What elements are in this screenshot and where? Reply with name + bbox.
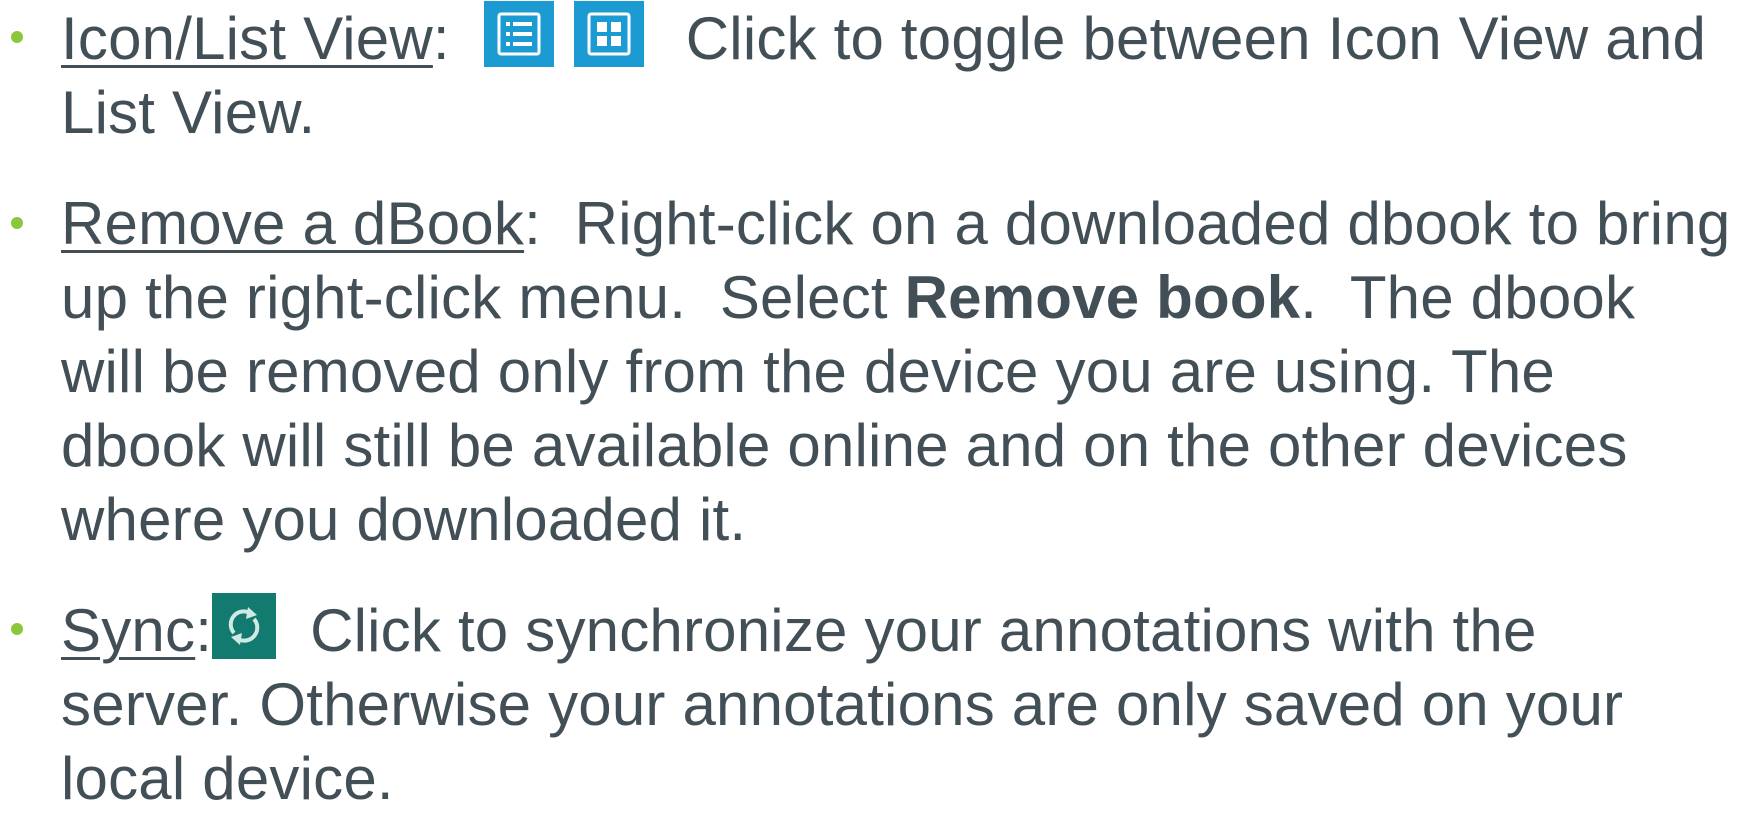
- term-separator: :: [524, 190, 541, 257]
- icon-view-icon[interactable]: [573, 1, 644, 67]
- bullet-sync: Sync: Click to synchronize your annotati…: [11, 593, 1731, 816]
- bullet-text: Click to synchronize your annotations wi…: [61, 597, 1624, 812]
- list-view-icon[interactable]: [483, 1, 554, 67]
- bullet-dot: [11, 217, 23, 229]
- term-sync: Sync: [61, 597, 196, 664]
- bullet-dot: [11, 31, 23, 43]
- bullet-dot: [11, 623, 23, 635]
- term-icon-list-view: Icon/List View: [61, 5, 433, 72]
- remove-book-label: Remove book: [904, 264, 1301, 331]
- slide: Icon/List View: Click to toggle between …: [0, 0, 1739, 812]
- bullet-remove-dbook: Remove a dBook: Right-click on a downloa…: [11, 187, 1731, 557]
- term-remove-dbook: Remove a dBook: [61, 190, 525, 257]
- sync-icon[interactable]: [212, 593, 277, 659]
- term-separator: :: [432, 5, 450, 72]
- term-separator: :: [195, 597, 213, 664]
- bullet-icon-list-view: Icon/List View: Click to toggle between …: [11, 1, 1731, 150]
